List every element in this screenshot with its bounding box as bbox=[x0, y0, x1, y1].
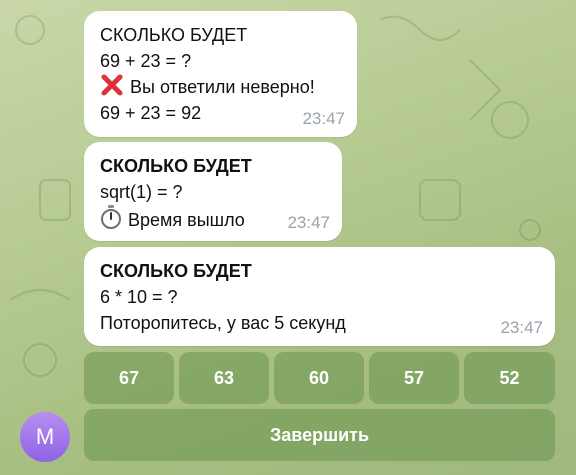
message-title: СКОЛЬКО БУДЕТ bbox=[100, 156, 252, 176]
message-time: 23:47 bbox=[302, 109, 345, 128]
message-bubble-3: СКОЛЬКО БУДЕТ 6 * 10 = ? Поторопитесь, у… bbox=[84, 247, 555, 346]
finish-button[interactable]: Завершить bbox=[84, 409, 555, 461]
correct-answer-text: 69 + 23 = 92 bbox=[100, 103, 202, 123]
message-bubble-2: СКОЛЬКО БУДЕТ sqrt(1) = ? Время вышло 23… bbox=[84, 142, 342, 241]
hurry-text: Поторопитесь, у вас 5 секунд bbox=[100, 313, 346, 333]
time-up-label: Время вышло bbox=[128, 210, 245, 230]
message-time: 23:47 bbox=[500, 318, 543, 337]
question-text: 6 * 10 = ? bbox=[100, 287, 178, 307]
answer-button-5[interactable]: 52 bbox=[464, 352, 555, 404]
message-time: 23:47 bbox=[287, 213, 330, 232]
stopwatch-icon bbox=[101, 205, 121, 229]
answer-button-4[interactable]: 57 bbox=[369, 352, 459, 404]
cross-mark-icon bbox=[101, 74, 123, 96]
message-title: СКОЛЬКО БУДЕТ bbox=[100, 261, 252, 281]
result-text: Вы ответили неверно! bbox=[100, 74, 315, 100]
message-title: СКОЛЬКО БУДЕТ bbox=[100, 25, 248, 45]
answer-button-1[interactable]: 67 bbox=[84, 352, 174, 404]
question-text: sqrt(1) = ? bbox=[100, 182, 183, 202]
avatar[interactable]: M bbox=[20, 412, 70, 462]
result-text: Время вышло bbox=[100, 205, 252, 233]
wrong-answer-label: Вы ответили неверно! bbox=[130, 77, 315, 97]
answer-button-3[interactable]: 60 bbox=[274, 352, 364, 404]
answer-button-2[interactable]: 63 bbox=[179, 352, 269, 404]
question-text: 69 + 23 = ? bbox=[100, 51, 192, 71]
message-bubble-1: СКОЛЬКО БУДЕТ 69 + 23 = ? Вы ответили не… bbox=[84, 11, 357, 137]
